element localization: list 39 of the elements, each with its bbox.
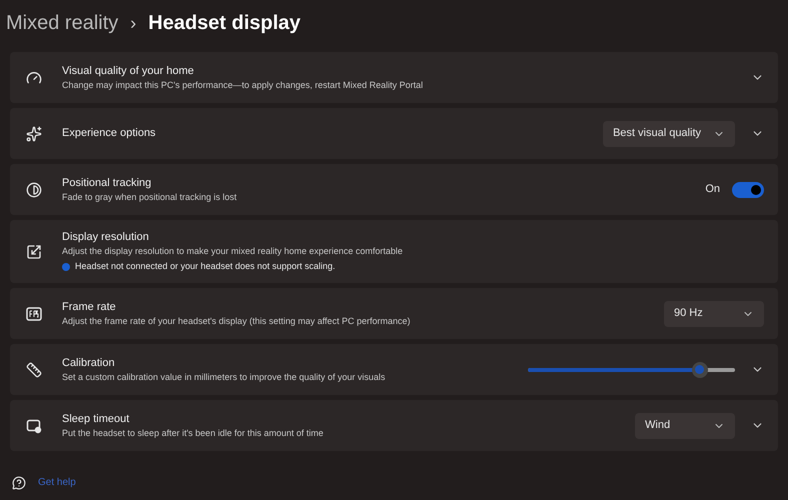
- settings-card[interactable]: Positional tracking Fade to gray when positional tracking is lost On: [10, 164, 778, 215]
- setting-description: Set a custom calibration value in millimeters to improve the quality of your visuals: [62, 370, 386, 384]
- setting-title: Experience options: [62, 126, 157, 141]
- breadcrumb-separator: ›: [130, 12, 136, 34]
- setting-title: Sleep timeout: [62, 412, 130, 426]
- dropdown[interactable]: 90 Hz: [664, 300, 764, 326]
- settings-card[interactable]: Frame rate Adjust the frame rate of your headset's display (this setting may affect PC performance) 90 Hz: [10, 288, 778, 339]
- contrast-icon: [26, 182, 42, 198]
- setting-description: Change may impact this PC's performance—to apply changes, restart Mixed Reality Portal: [62, 78, 424, 92]
- page-title: Headset display: [148, 11, 301, 36]
- setting-description: Put the headset to sleep after it's been idle for this amount of time: [62, 426, 324, 440]
- ruler-icon: [26, 362, 42, 378]
- settings-card[interactable]: Sleep timeout Put the headset to sleep after it's been idle for this amount of time Wind: [10, 400, 778, 451]
- frame-rate-icon: [26, 306, 42, 320]
- toggle-switch[interactable]: [732, 182, 764, 198]
- help-icon: [12, 476, 26, 490]
- gauge-icon: [26, 70, 42, 86]
- breadcrumb-link[interactable]: Mixed reality: [6, 8, 118, 38]
- settings-card[interactable]: Visual quality of your home Change may impact this PC's performance—to apply changes, restart Mixed Reality Portal: [10, 52, 778, 103]
- setting-description: Fade to gray when positional tracking is lost: [62, 190, 238, 204]
- setting-title: Display resolution: [62, 230, 150, 245]
- settings-card[interactable]: Experience options Best visual quality: [10, 108, 778, 159]
- slider-thumb[interactable]: [692, 362, 708, 378]
- settings-card[interactable]: Display resolution Adjust the display resolution to make your mixed reality home experience comfortable Headset not connected or your headset does not support scaling.: [10, 220, 778, 283]
- setting-description: Adjust the display resolution to make your mixed reality home experience comfortable: [62, 244, 404, 258]
- setting-description: Adjust the frame rate of your headset's display (this setting may affect PC performance): [62, 314, 412, 328]
- setting-title: Calibration: [62, 356, 116, 370]
- setting-title: Positional tracking: [62, 176, 152, 190]
- info-note: Headset not connected or your headset does not support scaling.: [75, 260, 336, 273]
- dropdown[interactable]: Wind: [635, 412, 735, 438]
- toggle-state-label: On: [705, 182, 720, 198]
- sleep-icon: [26, 418, 42, 434]
- setting-title: Visual quality of your home: [62, 64, 195, 78]
- setting-title: Frame rate: [62, 300, 117, 314]
- resize-icon: [26, 244, 42, 260]
- dropdown[interactable]: Best visual quality: [602, 120, 735, 146]
- slider[interactable]: [528, 362, 735, 378]
- sparkles-icon: [26, 126, 42, 142]
- settings-card[interactable]: Calibration Set a custom calibration value in millimeters to improve the quality of your visuals: [10, 344, 778, 395]
